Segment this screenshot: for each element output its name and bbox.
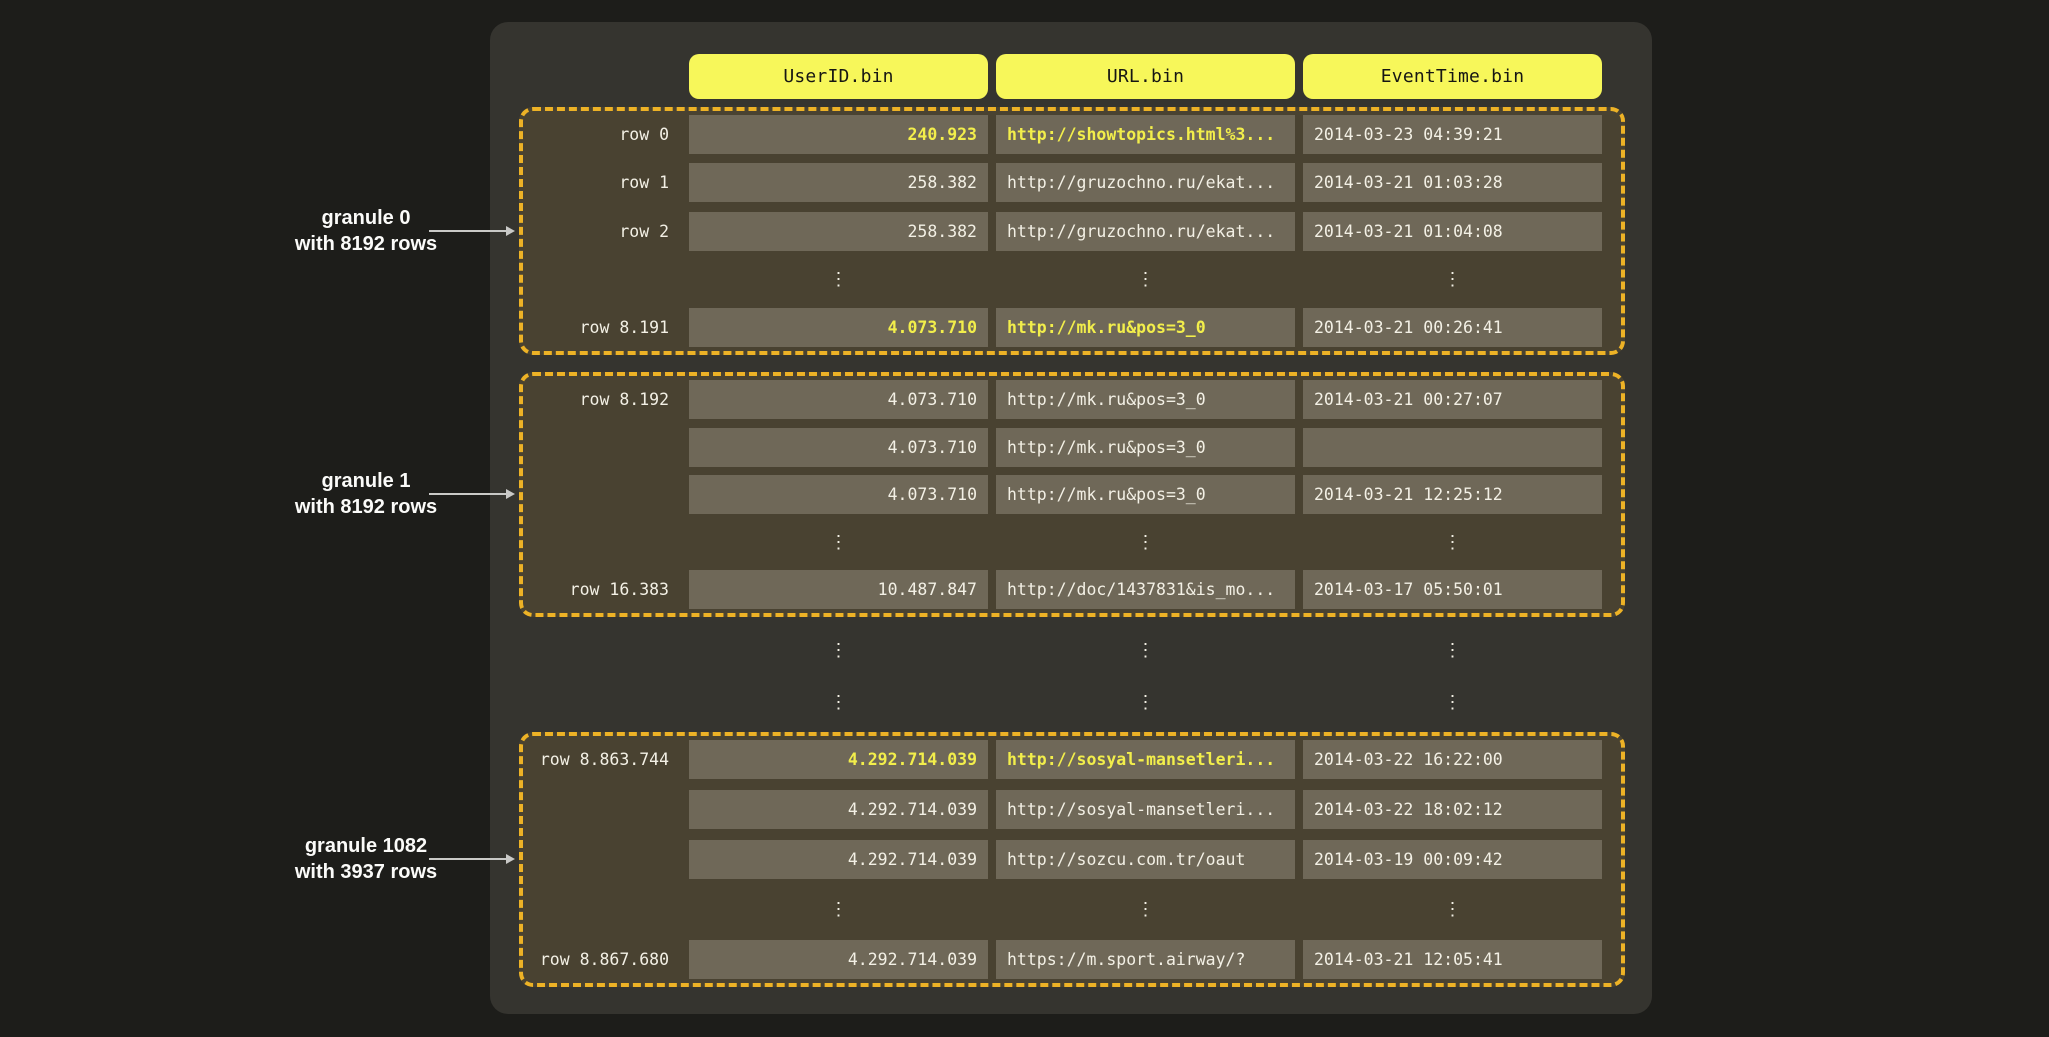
cell-userid: 4.292.714.039 (689, 840, 988, 879)
table-row: row 16.38310.487.847http://doc/1437831&i… (523, 570, 1621, 609)
table-row: row 8.1924.073.710http://mk.ru&pos=3_020… (523, 380, 1621, 419)
table-row: row 2258.382http://gruzochno.ru/ekat...2… (523, 212, 1621, 251)
ellipsis-row: ⋮⋮⋮ (523, 523, 1621, 562)
ellipsis-glyph: ⋮ (996, 631, 1295, 670)
row-label: row 16.383 (523, 580, 689, 599)
ellipsis-glyph: ⋮ (996, 683, 1295, 722)
cell-eventtime: 2014-03-21 00:27:07 (1303, 380, 1602, 419)
cell-url: http://gruzochno.ru/ekat... (996, 163, 1295, 202)
table-row: 4.073.710http://mk.ru&pos=3_0 (523, 428, 1621, 467)
table-row: 4.292.714.039http://sosyal-mansetleri...… (523, 790, 1621, 829)
ellipsis-row: ⋮⋮⋮ (523, 890, 1621, 929)
ellipsis-glyph: ⋮ (1303, 683, 1602, 722)
cell-eventtime: 2014-03-22 18:02:12 (1303, 790, 1602, 829)
column-header-pill: UserID.bin (689, 54, 988, 99)
column-header-label: UserID.bin (783, 66, 893, 87)
ellipsis-glyph: ⋮ (689, 683, 988, 722)
column-header-label: URL.bin (1107, 66, 1184, 87)
cell-url: http://mk.ru&pos=3_0 (996, 308, 1295, 347)
cell-userid: 4.292.714.039 (689, 740, 988, 779)
cell-url: http://doc/1437831&is_mo... (996, 570, 1295, 609)
cell-eventtime: 2014-03-21 12:25:12 (1303, 475, 1602, 514)
column-header-pill: EventTime.bin (1303, 54, 1602, 99)
cell-userid: 10.487.847 (689, 570, 988, 609)
ellipsis-glyph: ⋮ (689, 523, 988, 562)
cell-userid: 4.292.714.039 (689, 940, 988, 979)
table-row: 4.292.714.039http://sozcu.com.tr/oaut201… (523, 840, 1621, 879)
cell-url: http://mk.ru&pos=3_0 (996, 380, 1295, 419)
cell-userid: 4.073.710 (689, 428, 988, 467)
granules-diagram: UserID.bin URL.bin EventTime.bin row 0240.… (0, 0, 2049, 1037)
ellipsis-glyph: ⋮ (689, 631, 988, 670)
cell-eventtime: 2014-03-21 00:26:41 (1303, 308, 1602, 347)
table-row: row 1258.382http://gruzochno.ru/ekat...2… (523, 163, 1621, 202)
column-headers: UserID.bin URL.bin EventTime.bin (689, 54, 1602, 99)
cell-userid: 4.073.710 (689, 308, 988, 347)
cell-url: https://m.sport.airway/? (996, 940, 1295, 979)
granule-box: row 8.1924.073.710http://mk.ru&pos=3_020… (519, 372, 1625, 617)
ellipsis-glyph: ⋮ (1303, 523, 1602, 562)
cell-eventtime: 2014-03-17 05:50:01 (1303, 570, 1602, 609)
granule-annotation-line1: granule 1 (246, 468, 486, 494)
column-header-label: EventTime.bin (1381, 66, 1524, 87)
ellipsis-glyph: ⋮ (1303, 631, 1602, 670)
cell-eventtime: 2014-03-22 16:22:00 (1303, 740, 1602, 779)
row-label: row 1 (523, 173, 689, 192)
cell-url: http://sosyal-mansetleri... (996, 740, 1295, 779)
granule-annotation-line2: with 8192 rows (246, 494, 486, 520)
cell-eventtime: 2014-03-23 04:39:21 (1303, 115, 1602, 154)
cell-url: http://sozcu.com.tr/oaut (996, 840, 1295, 879)
granule-box: row 8.863.7444.292.714.039http://sosyal-… (519, 732, 1625, 987)
ellipsis-row: ⋮⋮⋮ (523, 631, 1621, 670)
arrow-right-icon (429, 858, 507, 860)
row-label: row 8.863.744 (523, 750, 689, 769)
cell-eventtime: 2014-03-19 00:09:42 (1303, 840, 1602, 879)
cell-url: http://mk.ru&pos=3_0 (996, 475, 1295, 514)
granule-box: row 0240.923http://showtopics.html%3...2… (519, 107, 1625, 355)
table-row: row 8.863.7444.292.714.039http://sosyal-… (523, 740, 1621, 779)
row-label: row 0 (523, 125, 689, 144)
ellipsis-glyph: ⋮ (996, 523, 1295, 562)
ellipsis-glyph: ⋮ (689, 260, 988, 299)
row-label: row 8.192 (523, 390, 689, 409)
granule-annotation-line1: granule 1082 (246, 833, 486, 859)
ellipsis-row: ⋮⋮⋮ (523, 683, 1621, 722)
cell-url: http://showtopics.html%3... (996, 115, 1295, 154)
cell-eventtime: 2014-03-21 01:04:08 (1303, 212, 1602, 251)
cell-userid: 240.923 (689, 115, 988, 154)
ellipsis-glyph: ⋮ (1303, 260, 1602, 299)
granule-annotation-line1: granule 0 (246, 205, 486, 231)
table-row: row 8.867.6804.292.714.039https://m.spor… (523, 940, 1621, 979)
table-row: 4.073.710http://mk.ru&pos=3_02014-03-21 … (523, 475, 1621, 514)
cell-url: http://sosyal-mansetleri... (996, 790, 1295, 829)
cell-userid: 4.073.710 (689, 475, 988, 514)
arrow-right-icon (429, 493, 507, 495)
arrow-right-icon (429, 230, 507, 232)
column-header-pill: URL.bin (996, 54, 1295, 99)
ellipsis-glyph: ⋮ (1303, 890, 1602, 929)
granule-annotation-line2: with 8192 rows (246, 231, 486, 257)
cell-eventtime: 2014-03-21 12:05:41 (1303, 940, 1602, 979)
row-label: row 8.191 (523, 318, 689, 337)
row-label: row 8.867.680 (523, 950, 689, 969)
ellipsis-glyph: ⋮ (689, 890, 988, 929)
cell-eventtime (1303, 428, 1602, 467)
cell-eventtime: 2014-03-21 01:03:28 (1303, 163, 1602, 202)
cell-userid: 4.292.714.039 (689, 790, 988, 829)
table-row: row 0240.923http://showtopics.html%3...2… (523, 115, 1621, 154)
ellipsis-glyph: ⋮ (996, 260, 1295, 299)
cell-url: http://mk.ru&pos=3_0 (996, 428, 1295, 467)
cell-url: http://gruzochno.ru/ekat... (996, 212, 1295, 251)
cell-userid: 258.382 (689, 163, 988, 202)
granule-annotation-line2: with 3937 rows (246, 859, 486, 885)
table-row: row 8.1914.073.710http://mk.ru&pos=3_020… (523, 308, 1621, 347)
ellipsis-glyph: ⋮ (996, 890, 1295, 929)
cell-userid: 258.382 (689, 212, 988, 251)
ellipsis-row: ⋮⋮⋮ (523, 260, 1621, 299)
cell-userid: 4.073.710 (689, 380, 988, 419)
row-label: row 2 (523, 222, 689, 241)
